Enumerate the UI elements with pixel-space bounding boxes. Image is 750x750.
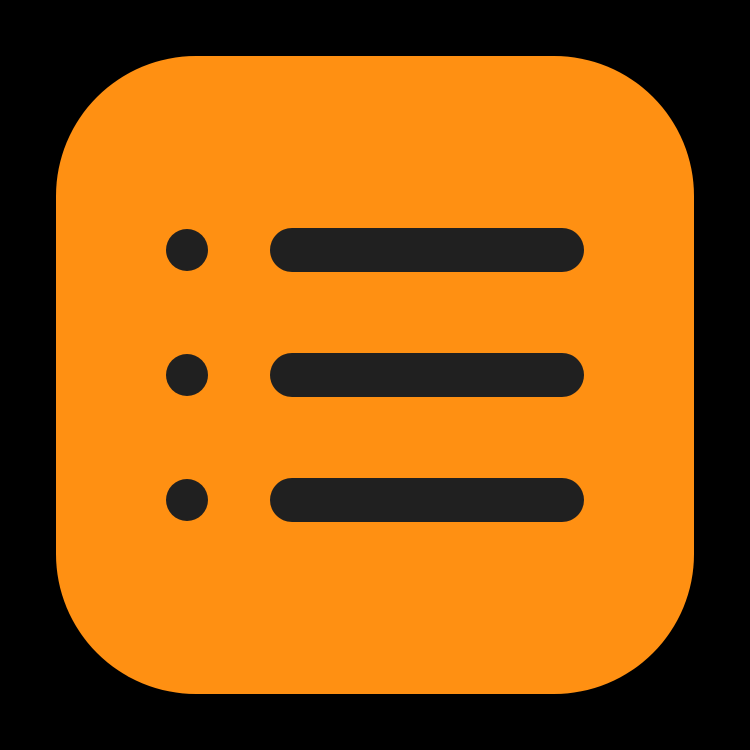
list-line-icon (270, 478, 584, 522)
bullet-dot-icon (166, 354, 208, 396)
list-line-icon (270, 228, 584, 272)
canvas (0, 0, 750, 750)
list-bullet-icon[interactable] (56, 56, 694, 694)
bullet-dot-icon (166, 479, 208, 521)
list-row (56, 478, 694, 522)
list-row (56, 228, 694, 272)
bullet-dot-icon (166, 229, 208, 271)
list-row (56, 353, 694, 397)
list-line-icon (270, 353, 584, 397)
